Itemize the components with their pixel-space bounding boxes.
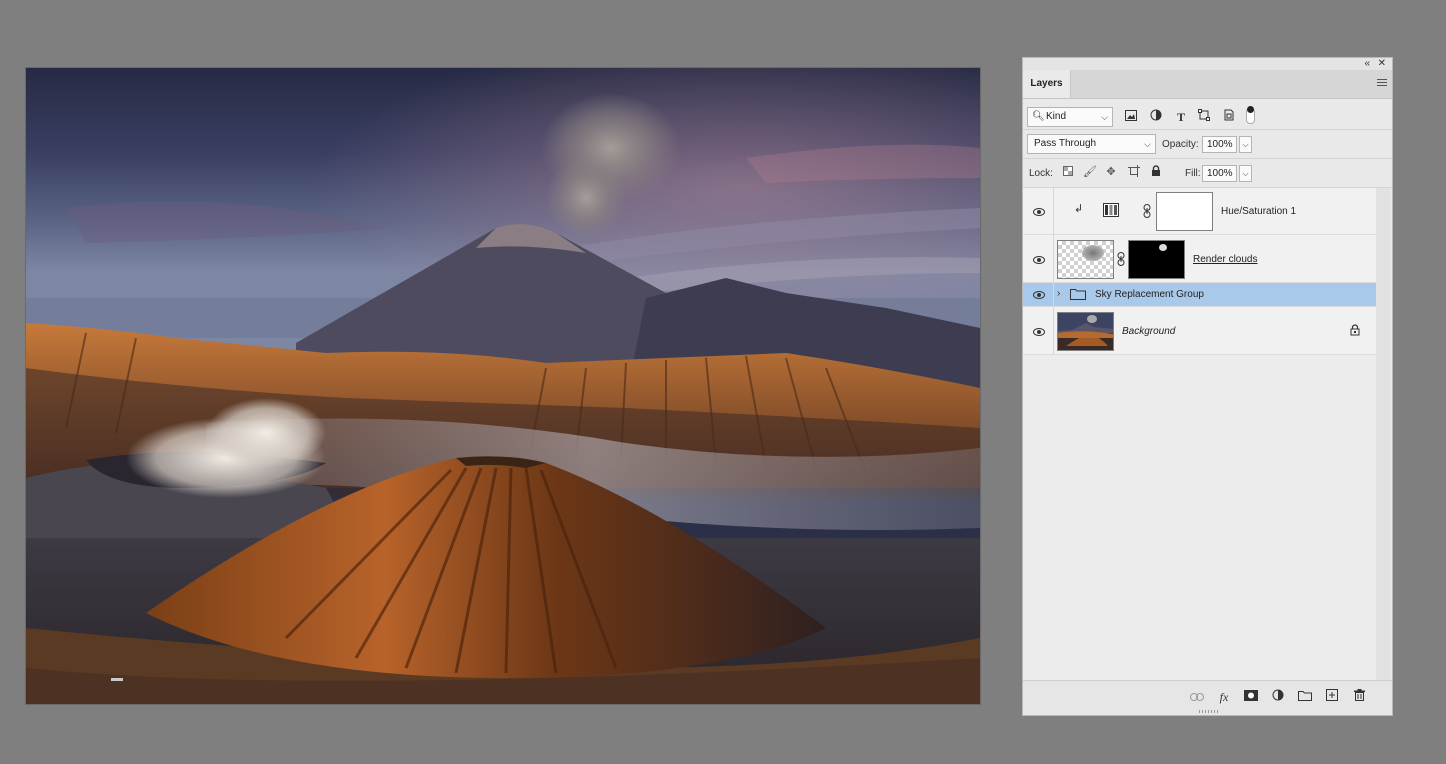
fill-label: Fill: (1185, 168, 1201, 179)
eye-icon[interactable] (1033, 291, 1045, 299)
lock-icon (1350, 324, 1360, 339)
filter-toggle-switch[interactable] (1246, 106, 1255, 124)
layer-thumbnail[interactable] (1057, 312, 1114, 351)
layers-scrollbar[interactable] (1376, 188, 1390, 681)
lock-label: Lock: (1029, 168, 1053, 179)
opacity-slider-toggle[interactable]: ⌵ (1239, 136, 1252, 153)
panel-menu-icon[interactable] (1377, 79, 1387, 88)
lock-position-icon[interactable]: ✥ (1104, 165, 1118, 178)
opacity-input[interactable]: 100% (1202, 136, 1237, 153)
image-filter-icon[interactable] (1123, 109, 1139, 125)
eye-icon[interactable] (1033, 208, 1045, 216)
mask-link-icon[interactable] (1143, 204, 1151, 221)
layer-name[interactable]: Render clouds (1193, 254, 1257, 265)
chevron-down-icon: ⌵ (1101, 112, 1108, 122)
clipping-arrow-icon: ↲ (1074, 203, 1084, 215)
kind-filter-label: Kind (1046, 111, 1067, 122)
layer-thumbnail[interactable] (1057, 240, 1114, 279)
collapse-panel-button[interactable]: « (1364, 58, 1370, 70)
lock-row: Lock: 🖌︎ ✥ Fill: 100% ⌵ (1023, 159, 1392, 188)
chevron-right-icon[interactable]: › (1057, 288, 1060, 299)
fill-slider-toggle[interactable]: ⌵ (1239, 165, 1252, 182)
close-panel-button[interactable]: ✕ (1378, 58, 1386, 70)
opacity-label: Opacity: (1162, 139, 1199, 150)
layer-mask-thumbnail[interactable] (1128, 240, 1185, 279)
filter-row: 🔍︎ Kind ⌵ T (1023, 99, 1392, 130)
add-layer-mask-icon[interactable] (1243, 689, 1259, 705)
fill-input[interactable]: 100% (1202, 165, 1237, 182)
layers-footer-toolbar: fx (1023, 680, 1392, 715)
panel-tab-bar: Layers (1023, 70, 1392, 99)
layer-name[interactable]: Sky Replacement Group (1095, 289, 1204, 300)
hue-saturation-adjustment-icon (1103, 203, 1119, 220)
eye-icon[interactable] (1033, 328, 1045, 336)
link-layers-icon[interactable] (1189, 689, 1205, 705)
mask-link-icon[interactable] (1117, 252, 1125, 269)
blend-mode-value: Pass Through (1034, 138, 1097, 149)
volcano-landscape-image (26, 68, 980, 704)
lock-image-pixels-icon[interactable]: 🖌︎ (1083, 165, 1097, 178)
tab-layers[interactable]: Layers (1023, 70, 1071, 98)
document-canvas[interactable] (26, 68, 980, 704)
kind-filter-dropdown[interactable]: 🔍︎ Kind ⌵ (1027, 107, 1113, 127)
panel-title-bar: « ✕ (1023, 58, 1392, 70)
filter-toggle-knob (1247, 106, 1254, 113)
type-filter-icon[interactable]: T (1173, 109, 1189, 125)
new-layer-icon[interactable] (1324, 689, 1340, 705)
smart-object-filter-icon[interactable] (1221, 109, 1237, 125)
layers-list: ↲ Hue/Saturation 1 Render clouds › Sky R… (1023, 188, 1377, 681)
blend-mode-dropdown[interactable]: Pass Through ⌵ (1027, 134, 1156, 154)
background-thumbnail-image (1058, 313, 1113, 350)
chevron-down-icon: ⌵ (1144, 139, 1151, 149)
layer-name[interactable]: Background (1122, 326, 1175, 337)
lock-artboard-icon[interactable] (1127, 165, 1141, 180)
lock-all-icon[interactable] (1149, 165, 1163, 180)
layer-mask-thumbnail[interactable] (1156, 192, 1213, 231)
layer-sky-replacement-group[interactable]: › Sky Replacement Group (1023, 283, 1377, 307)
resize-grip[interactable] (1199, 710, 1219, 713)
layer-name[interactable]: Hue/Saturation 1 (1221, 206, 1296, 217)
layer-hue-saturation[interactable]: ↲ Hue/Saturation 1 (1023, 188, 1377, 235)
search-icon: 🔍︎ (1032, 111, 1045, 122)
layer-background[interactable]: Background (1023, 307, 1377, 355)
layer-render-clouds[interactable]: Render clouds (1023, 235, 1377, 283)
adjustment-filter-icon[interactable] (1148, 109, 1164, 125)
fx-layer-style-icon[interactable]: fx (1216, 689, 1232, 705)
delete-layer-icon[interactable] (1351, 689, 1367, 705)
layers-panel: « ✕ Layers 🔍︎ Kind ⌵ T Pass Through ⌵ Op… (1022, 57, 1393, 716)
folder-icon (1070, 288, 1086, 303)
eye-icon[interactable] (1033, 256, 1045, 264)
blend-row: Pass Through ⌵ Opacity: 100% ⌵ (1023, 130, 1392, 159)
shape-filter-icon[interactable] (1196, 109, 1212, 125)
new-adjustment-layer-icon[interactable] (1270, 689, 1286, 705)
lock-transparent-pixels-icon[interactable] (1061, 166, 1075, 179)
new-group-icon[interactable] (1297, 689, 1313, 705)
